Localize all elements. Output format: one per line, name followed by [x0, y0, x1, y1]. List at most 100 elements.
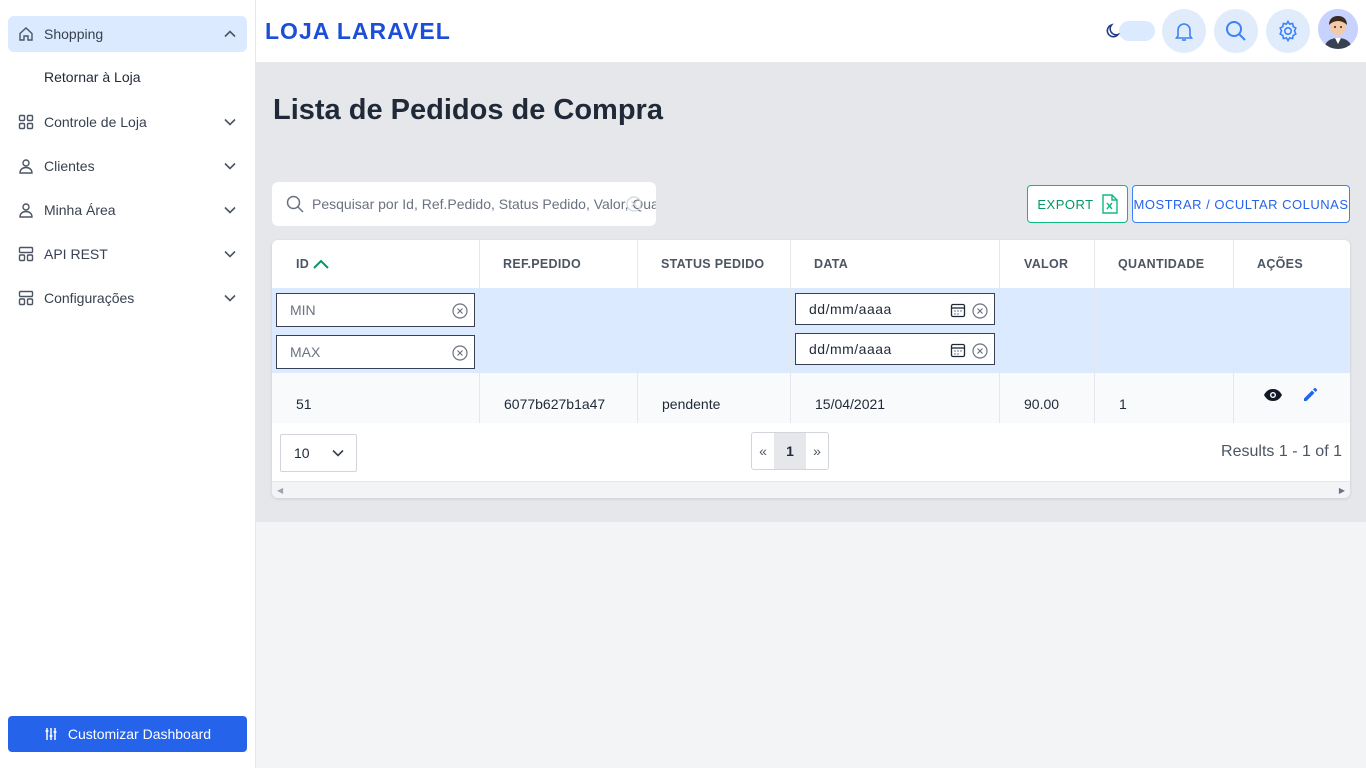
sidebar-item-clients[interactable]: Clientes — [8, 148, 247, 184]
date-from-value: dd/mm/aaaa — [809, 301, 892, 317]
sidebar-item-label: Clientes — [44, 158, 95, 174]
gear-icon — [1279, 19, 1297, 43]
cell-ref: 6077b627b1a47 — [504, 396, 606, 412]
table-row — [272, 373, 1350, 423]
chevron-down-icon — [224, 294, 236, 302]
cell-quantity: 1 — [1119, 396, 1127, 412]
chevron-down-icon — [332, 449, 344, 457]
settings-icon — [18, 290, 34, 306]
excel-icon — [1101, 194, 1118, 214]
id-max-filter[interactable]: MAX — [276, 335, 475, 369]
sidebar-item-settings[interactable]: Configurações — [8, 280, 247, 316]
user-avatar[interactable] — [1318, 9, 1358, 49]
column-header-value[interactable]: VALOR — [1000, 240, 1094, 288]
chevron-down-icon — [224, 118, 236, 126]
sidebar-item-label: API REST — [44, 246, 108, 262]
search-icon — [1226, 21, 1246, 41]
chevron-down-icon — [224, 206, 236, 214]
cell-status: pendente — [662, 396, 721, 412]
user-icon — [18, 202, 34, 218]
column-divider — [1094, 240, 1095, 423]
edit-icon[interactable] — [1302, 387, 1318, 403]
column-header-id[interactable]: ID — [272, 240, 479, 288]
orders-table: ID REF.PEDIDO STATUS PEDIDO DATA VALOR Q… — [272, 240, 1350, 498]
clear-icon[interactable] — [452, 345, 468, 361]
page-size-select[interactable]: 10 — [280, 434, 357, 472]
column-header-status[interactable]: STATUS PEDIDO — [637, 240, 790, 288]
sidebar-item-label: Shopping — [44, 26, 104, 42]
horizontal-scrollbar[interactable]: ◀ ▶ — [272, 481, 1350, 498]
user-icon — [18, 158, 34, 174]
date-to-value: dd/mm/aaaa — [809, 341, 892, 357]
customize-dashboard-button[interactable]: Customizar Dashboard — [8, 716, 247, 752]
chevron-up-icon — [224, 30, 236, 38]
column-divider — [637, 240, 638, 423]
sidebar-item-my-area[interactable]: Minha Área — [8, 192, 247, 228]
search-placeholder: Pesquisar por Id, Ref.Pedido, Status Ped… — [312, 196, 656, 212]
column-divider — [999, 240, 1000, 423]
column-divider — [479, 240, 480, 423]
column-header-quantity[interactable]: QUANTIDADE — [1094, 240, 1233, 288]
bell-icon — [1174, 23, 1194, 41]
scroll-left-icon[interactable]: ◀ — [277, 486, 283, 495]
brand-title: LOJA LARAVEL — [265, 18, 451, 44]
sidebar-item-label: Controle de Loja — [44, 114, 147, 130]
sidebar-item-api-rest[interactable]: API REST — [8, 236, 247, 272]
date-to-filter[interactable]: dd/mm/aaaa — [795, 333, 995, 365]
sidebar-item-store-control[interactable]: Controle de Loja — [8, 104, 247, 140]
page-size-value: 10 — [294, 445, 310, 461]
search-icon — [286, 195, 304, 213]
grid-icon — [18, 114, 34, 130]
sidebar: Shopping Retornar à Loja Controle de Loj… — [0, 0, 256, 768]
sort-ascending-icon — [313, 259, 329, 269]
scroll-right-icon[interactable]: ▶ — [1339, 486, 1345, 495]
column-divider — [1233, 240, 1234, 423]
cell-id: 51 — [296, 396, 312, 412]
id-min-placeholder: MIN — [290, 302, 316, 318]
toggle-columns-button[interactable]: MOSTRAR / OCULTAR COLUNAS — [1132, 185, 1350, 223]
sliders-icon — [45, 728, 57, 740]
date-from-filter[interactable]: dd/mm/aaaa — [795, 293, 995, 325]
notifications-button[interactable] — [1162, 9, 1206, 53]
search-button[interactable] — [1214, 9, 1258, 53]
clear-icon[interactable] — [452, 303, 468, 319]
column-divider — [790, 240, 791, 423]
page-title: Lista de Pedidos de Compra — [273, 94, 663, 126]
settings-button[interactable] — [1266, 9, 1310, 53]
sidebar-item-label: Configurações — [44, 290, 135, 306]
dark-mode-toggle[interactable] — [1105, 19, 1155, 43]
results-count: Results 1 - 1 of 1 — [1221, 443, 1342, 460]
toggle-track — [1119, 21, 1155, 41]
moon-icon — [1106, 23, 1121, 38]
clear-icon[interactable] — [626, 196, 642, 212]
cell-value: 90.00 — [1024, 396, 1060, 412]
column-header-date[interactable]: DATA — [790, 240, 1000, 288]
column-header-label: ID — [296, 257, 310, 271]
id-min-filter[interactable]: MIN — [276, 293, 475, 327]
sidebar-item-shopping[interactable]: Shopping — [8, 16, 247, 52]
pagination-page-current[interactable]: 1 — [774, 433, 806, 469]
export-label: EXPORT — [1037, 196, 1094, 212]
customize-dashboard-label: Customizar Dashboard — [67, 726, 212, 742]
home-icon — [18, 26, 34, 42]
clear-icon[interactable] — [972, 303, 988, 319]
id-max-placeholder: MAX — [290, 344, 321, 360]
sidebar-item-label: Minha Área — [44, 202, 116, 218]
eye-icon[interactable] — [1263, 388, 1283, 402]
avatar-image — [1318, 9, 1358, 49]
cell-date: 15/04/2021 — [815, 396, 886, 412]
column-header-actions: AÇÕES — [1257, 257, 1303, 271]
pagination-next[interactable]: » — [806, 433, 828, 469]
table-search-input[interactable]: Pesquisar por Id, Ref.Pedido, Status Ped… — [272, 182, 656, 226]
column-header-ref[interactable]: REF.PEDIDO — [479, 240, 637, 288]
chevron-down-icon — [224, 250, 236, 258]
clear-icon[interactable] — [972, 343, 988, 359]
api-icon — [18, 246, 34, 262]
calendar-icon[interactable] — [950, 342, 966, 358]
chevron-down-icon — [224, 162, 236, 170]
top-header: LOJA LARAVEL — [256, 0, 1366, 62]
calendar-icon[interactable] — [950, 302, 966, 318]
sidebar-subitem-return-store[interactable]: Retornar à Loja — [44, 69, 141, 85]
export-button[interactable]: EXPORT — [1027, 185, 1128, 223]
pagination-prev[interactable]: « — [752, 433, 774, 469]
